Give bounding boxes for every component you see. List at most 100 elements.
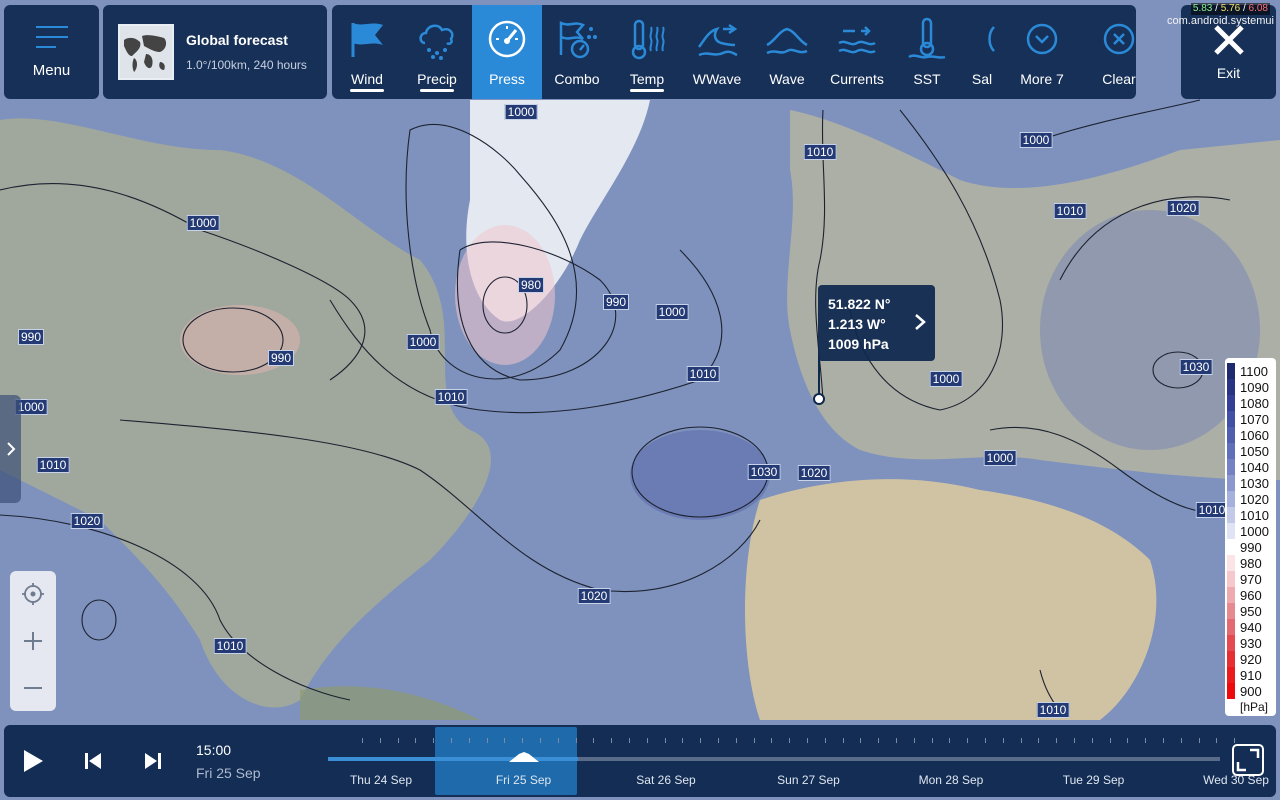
layer-sal[interactable]: Sal: [962, 5, 1002, 99]
timeline-tick: [1216, 738, 1218, 743]
timeline-day-label[interactable]: Tue 29 Sep: [1063, 773, 1125, 787]
weather-map[interactable]: 1000 1010 1000 1020 1010 1000 980 990 1000 990 100…: [0, 0, 1280, 800]
chevron-circle-down-icon: [1026, 23, 1058, 55]
pin-stem: [818, 356, 820, 396]
timeline-tick: [486, 738, 488, 743]
isobar-label: 1010: [36, 457, 70, 473]
layer-combo[interactable]: Combo: [542, 5, 612, 99]
legend-value: 1030: [1240, 475, 1269, 491]
legend-swatch: [1227, 443, 1235, 459]
menu-button[interactable]: Menu: [4, 5, 99, 99]
timeline-tick: [468, 738, 470, 743]
legend-row: 1070: [1227, 411, 1273, 427]
isobar-label: 1030: [1179, 359, 1213, 375]
timeline-tick: [1127, 738, 1129, 743]
layer-wwave[interactable]: WWave: [682, 5, 752, 99]
gauge-icon: [488, 20, 526, 58]
pressure-legend: 1100 1090 1080 1070 1060 1050 1040 1030 1020 1010…: [1225, 358, 1276, 716]
timeline-tick: [433, 738, 435, 743]
legend-row: 1020: [1227, 491, 1273, 507]
combo-icon: [559, 20, 597, 59]
close-icon: [1213, 25, 1244, 55]
legend-value: 1090: [1240, 379, 1269, 395]
legend-value: 980: [1240, 555, 1262, 571]
currents-icon: [838, 26, 876, 54]
legend-row: 980: [1227, 555, 1273, 571]
timeline-day-label[interactable]: Mon 28 Sep: [919, 773, 984, 787]
layer-wind[interactable]: Wind: [332, 5, 402, 99]
rain-cloud-icon: [419, 24, 454, 60]
legend-swatch: [1227, 523, 1235, 539]
layer-precip[interactable]: Precip: [402, 5, 472, 99]
side-panel-toggle[interactable]: [0, 395, 21, 503]
legend-swatch: [1227, 603, 1235, 619]
timeline-day-label[interactable]: Thu 24 Sep: [350, 773, 412, 787]
timeline-tick: [451, 738, 452, 743]
timeline-progress: [328, 757, 578, 761]
timeline-track[interactable]: [328, 757, 1220, 761]
timeline-tick: [949, 738, 951, 743]
locate-icon[interactable]: [20, 581, 46, 607]
layer-wave[interactable]: Wave: [752, 5, 822, 99]
legend-swatch: [1227, 379, 1235, 395]
timeline-tick: [540, 738, 541, 743]
system-load-stats: 5.83 / 5.76 / 6.08: [1190, 3, 1270, 15]
timeline-bar: 15:00 Fri 25 Sep Thu 24 Sep Fri 25 Sep Sat…: [4, 725, 1276, 797]
fullscreen-button[interactable]: [1232, 744, 1264, 776]
timeline-tick: [1198, 738, 1200, 743]
legend-value: 1080: [1240, 395, 1269, 411]
popup-pressure: 1009 hPa: [828, 336, 889, 352]
isobar-label: 1010: [803, 144, 837, 160]
layer-temp[interactable]: Temp: [612, 5, 682, 99]
layer-sst[interactable]: SST: [892, 5, 962, 99]
isobar-label: 1010: [213, 638, 247, 654]
timeline-tick: [842, 738, 844, 743]
current-date: Fri 25 Sep: [196, 765, 261, 781]
forecast-model-card[interactable]: Global forecast 1.0°/100km, 240 hours: [103, 5, 327, 99]
point-forecast-popup[interactable]: 51.822 N° 1.213 W° 1009 hPa: [818, 285, 935, 361]
legend-value: 1000: [1240, 523, 1269, 539]
timeline-tick: [415, 738, 417, 743]
world-map-icon: [118, 24, 174, 80]
timeline-day-label[interactable]: Sat 26 Sep: [636, 773, 695, 787]
zoom-out-icon[interactable]: [20, 675, 46, 701]
legend-row: 960: [1227, 587, 1273, 603]
timeline-tick: [718, 738, 719, 743]
timeline-day-label[interactable]: Sun 27 Sep: [777, 773, 840, 787]
isobar-label: 1000: [655, 304, 689, 320]
timeline-tick: [593, 738, 595, 743]
legend-unit: [hPa]: [1240, 700, 1269, 714]
layer-press[interactable]: Press: [472, 5, 542, 99]
isobar-label: 1010: [1053, 203, 1087, 219]
layer-label: Combo: [554, 71, 600, 87]
timeline-tick: [896, 738, 897, 743]
legend-swatch: [1227, 651, 1235, 667]
legend-swatch: [1227, 491, 1235, 507]
layer-clear[interactable]: Clear: [1082, 5, 1136, 99]
step-forward-button[interactable]: [136, 744, 170, 778]
layer-currents[interactable]: Currents: [822, 5, 892, 99]
zoom-in-icon[interactable]: [20, 628, 46, 654]
timeline-thumb[interactable]: [509, 752, 539, 762]
step-back-button[interactable]: [76, 744, 110, 778]
legend-row: 950: [1227, 603, 1273, 619]
legend-swatch: [1227, 555, 1235, 571]
isobar-label: 1000: [406, 334, 440, 350]
chevron-right-icon: [915, 314, 926, 330]
menu-label: Menu: [32, 61, 71, 79]
legend-row: 920: [1227, 651, 1273, 667]
timeline-tick: [1038, 738, 1040, 743]
popup-longitude: 1.213 W°: [828, 316, 886, 332]
layer-more[interactable]: More 7: [1002, 5, 1082, 99]
wind-flag-icon: [351, 23, 383, 57]
layer-enabled-underline: [420, 89, 454, 92]
legend-row: 930: [1227, 635, 1273, 651]
location-pin[interactable]: [813, 393, 825, 405]
play-button[interactable]: [16, 744, 50, 778]
timeline-day-label[interactable]: Fri 25 Sep: [496, 773, 551, 787]
timeline-tick: [1074, 738, 1075, 743]
layer-label: More 7: [1020, 71, 1064, 87]
isobar-label: 1010: [686, 366, 720, 382]
timeline-tick: [824, 738, 826, 743]
timeline-tick: [379, 738, 381, 743]
